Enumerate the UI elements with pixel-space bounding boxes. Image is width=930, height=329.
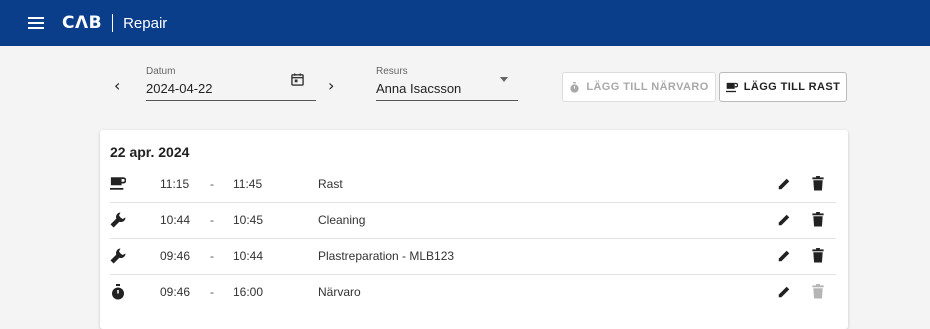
table-row: 09:46 - 16:00 Närvaro (110, 275, 836, 310)
row-start-time: 09:46 (160, 249, 191, 263)
add-break-button[interactable]: LÄGG TILL RAST (719, 72, 847, 102)
row-description: Närvaro (318, 285, 361, 299)
row-start-time: 11:15 (160, 177, 190, 191)
date-label: Datum (146, 66, 176, 77)
app-title: Repair (123, 14, 168, 32)
pencil-icon[interactable] (777, 177, 791, 196)
row-start-time: 10:44 (160, 213, 191, 227)
row-start-time: 09:46 (160, 285, 191, 299)
row-end-time: 10:44 (233, 249, 264, 263)
table-row: 10:44 - 10:45 Cleaning (110, 203, 836, 239)
day-title: 22 apr. 2024 (110, 144, 190, 160)
row-description: Rast (318, 177, 343, 191)
wrench-icon (110, 248, 126, 264)
coffee-icon (110, 176, 127, 192)
resource-select[interactable]: Resurs Anna Isacsson (376, 64, 518, 101)
date-value: 2024-04-22 (146, 81, 213, 96)
trash-icon[interactable] (812, 176, 824, 196)
table-row: 09:46 - 10:44 Plastreparation - MLB123 (110, 239, 836, 275)
resource-value: Anna Isacsson (376, 81, 462, 96)
row-end-time: 10:45 (233, 213, 264, 227)
trash-icon[interactable] (812, 248, 824, 268)
top-app-bar: CΛB Repair (0, 0, 930, 46)
pencil-icon[interactable] (777, 213, 791, 232)
date-field[interactable]: Datum 2024-04-22 (146, 64, 316, 101)
menu-icon[interactable] (28, 14, 44, 32)
row-description: Cleaning (318, 213, 366, 227)
row-end-time: 16:00 (233, 285, 264, 299)
row-end-time: 11:45 (233, 177, 263, 191)
row-dash: - (210, 249, 214, 263)
wrench-icon (110, 212, 126, 228)
logo: CΛB (62, 13, 103, 33)
add-presence-button[interactable]: LÄGG TILL NÄRVARO (562, 72, 716, 102)
row-dash: - (210, 177, 214, 191)
pencil-icon[interactable] (777, 249, 791, 268)
coffee-icon (725, 82, 738, 93)
title-separator (112, 14, 114, 32)
row-description: Plastreparation - MLB123 (318, 249, 455, 263)
next-day-button[interactable]: › (328, 76, 334, 95)
prev-day-button[interactable]: ‹ (114, 76, 120, 95)
table-row: 11:15 - 11:45 Rast (110, 167, 836, 203)
resource-label: Resurs (376, 66, 408, 77)
add-break-label: LÄGG TILL RAST (743, 81, 841, 93)
row-dash: - (210, 213, 214, 227)
pencil-icon[interactable] (777, 285, 791, 304)
day-card: 22 apr. 2024 11:15 - 11:45 Rast 10:44 - … (100, 130, 848, 329)
dropdown-arrow-icon (500, 77, 508, 82)
trash-icon-disabled (812, 284, 824, 304)
add-presence-label: LÄGG TILL NÄRVARO (586, 81, 709, 93)
calendar-icon[interactable] (291, 73, 304, 91)
row-dash: - (210, 285, 214, 299)
stopwatch-icon (110, 284, 126, 300)
trash-icon[interactable] (812, 212, 824, 232)
stopwatch-icon (569, 81, 580, 93)
